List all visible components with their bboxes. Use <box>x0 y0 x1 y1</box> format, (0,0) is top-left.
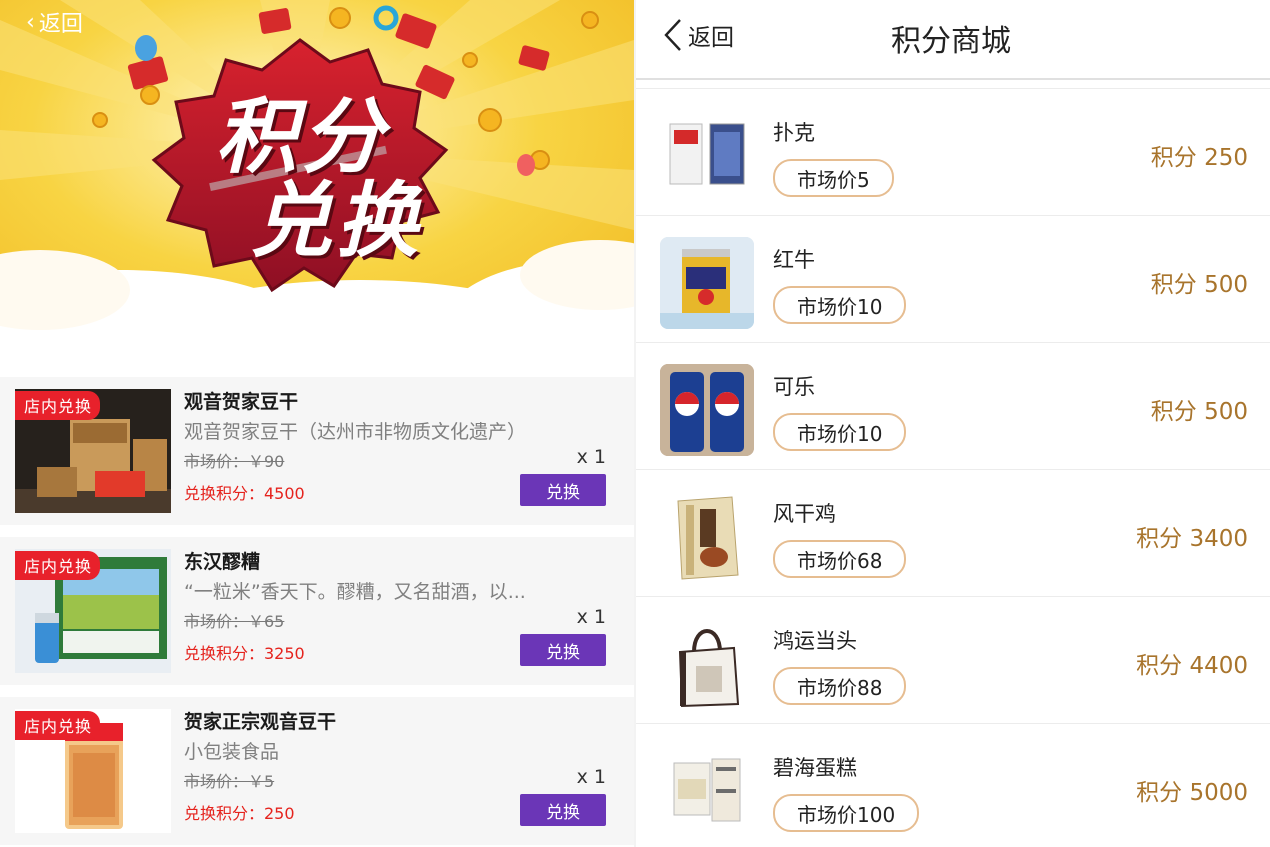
points-price: 积分 250 <box>1150 145 1248 171</box>
market-price: 市场价：￥90 <box>184 452 285 471</box>
banner-title-line1: 积分 <box>215 90 387 185</box>
product-image <box>660 745 754 837</box>
cake-box-image <box>660 745 754 837</box>
market-price-pill: 市场价100 <box>773 794 920 832</box>
left-screen: 积分 兑换 ‹ 返回 店内兑换 观音贺家豆干 观音贺家豆干（达州市非物质文化遗产… <box>0 0 634 847</box>
market-price: 市场价：￥65 <box>184 612 285 631</box>
item-quantity: x 1 <box>576 766 606 788</box>
market-price-pill: 市场价68 <box>773 540 907 578</box>
list-item[interactable]: 店内兑换 贺家正宗观音豆干 小包装食品 市场价：￥5 x 1 兑换积分：250 … <box>0 697 634 845</box>
in-store-tag: 店内兑换 <box>15 551 101 580</box>
banner-title-line2: 兑换 <box>250 174 422 269</box>
exchange-button[interactable]: 兑换 <box>520 634 606 666</box>
market-price-pill: 市场价5 <box>773 159 894 197</box>
points-price: 积分 3400 <box>1136 526 1248 552</box>
red-bull-can-image <box>660 237 754 329</box>
back-label: 返回 <box>38 12 83 37</box>
exchange-button[interactable]: 兑换 <box>520 794 606 826</box>
product-image <box>660 618 754 710</box>
exchange-points: 兑换积分：3250 <box>184 644 305 663</box>
item-description: 小包装食品 <box>184 741 280 763</box>
product-image <box>660 491 754 583</box>
tote-bag-image <box>660 618 754 710</box>
product-name: 鸿运当头 <box>773 629 857 653</box>
exchange-points: 兑换积分：250 <box>184 804 295 823</box>
product-name: 碧海蛋糕 <box>773 756 857 780</box>
list-item[interactable]: 碧海蛋糕 市场价100 积分 5000 <box>636 723 1270 847</box>
list-item[interactable]: 红牛 市场价10 积分 500 <box>636 215 1270 342</box>
dried-chicken-box-image <box>660 491 754 583</box>
market-price: 市场价：￥5 <box>184 772 275 791</box>
list-item[interactable]: 店内兑换 观音贺家豆干 观音贺家豆干（达州市非物质文化遗产） 市场价：￥90 x… <box>0 377 634 525</box>
points-price: 积分 500 <box>1150 272 1248 298</box>
poker-cards-image <box>660 110 754 202</box>
in-store-tag: 店内兑换 <box>15 391 101 420</box>
in-store-tag: 店内兑换 <box>15 711 101 740</box>
list-item[interactable]: 风干鸡 市场价68 积分 3400 <box>636 469 1270 596</box>
list-item[interactable]: 店内兑换 东汉醪糟 “一粒米”香天下。醪糟，又名甜酒，以... 市场价：￥65 … <box>0 537 634 685</box>
product-name: 扑克 <box>773 121 815 145</box>
item-title: 东汉醪糟 <box>184 551 261 573</box>
exchange-button[interactable]: 兑换 <box>520 474 606 506</box>
cola-cans-image <box>660 364 754 456</box>
market-price-pill: 市场价10 <box>773 286 907 324</box>
item-quantity: x 1 <box>576 606 606 628</box>
banner-title: 积分 兑换 <box>176 96 456 264</box>
item-description: 观音贺家豆干（达州市非物质文化遗产） <box>184 421 527 443</box>
points-price: 积分 5000 <box>1136 780 1248 806</box>
item-description: “一粒米”香天下。醪糟，又名甜酒，以... <box>184 581 526 603</box>
item-quantity: x 1 <box>576 446 606 468</box>
market-price-pill: 市场价88 <box>773 667 907 705</box>
list-item[interactable]: 可乐 市场价10 积分 500 <box>636 342 1270 469</box>
right-screen: 返回 积分商城 扑克 市场价5 积分 250 红牛 市场价10 积分 500 可… <box>636 0 1270 847</box>
product-image <box>660 364 754 456</box>
product-image <box>660 237 754 329</box>
product-name: 风干鸡 <box>773 502 836 526</box>
product-name: 红牛 <box>773 248 815 272</box>
exchange-list: 店内兑换 观音贺家豆干 观音贺家豆干（达州市非物质文化遗产） 市场价：￥90 x… <box>0 365 634 847</box>
points-price: 积分 500 <box>1150 399 1248 425</box>
page-title-text: 积分商城 <box>891 24 1011 59</box>
item-title: 观音贺家豆干 <box>184 391 299 413</box>
product-name: 可乐 <box>773 375 815 399</box>
back-button[interactable]: ‹ 返回 <box>26 6 83 38</box>
market-price-pill: 市场价10 <box>773 413 907 451</box>
points-price: 积分 4400 <box>1136 653 1248 679</box>
product-image <box>660 110 754 202</box>
header-bar: 返回 积分商城 <box>636 0 1270 80</box>
exchange-points: 兑换积分：4500 <box>184 484 305 503</box>
promo-banner: 积分 兑换 ‹ 返回 <box>0 0 634 365</box>
list-item[interactable]: 鸿运当头 市场价88 积分 4400 <box>636 596 1270 723</box>
page-title: 积分商城 <box>636 16 1270 60</box>
list-item[interactable]: 扑克 市场价5 积分 250 <box>636 88 1270 215</box>
chevron-left-icon: ‹ <box>26 9 35 35</box>
item-title: 贺家正宗观音豆干 <box>184 711 337 733</box>
